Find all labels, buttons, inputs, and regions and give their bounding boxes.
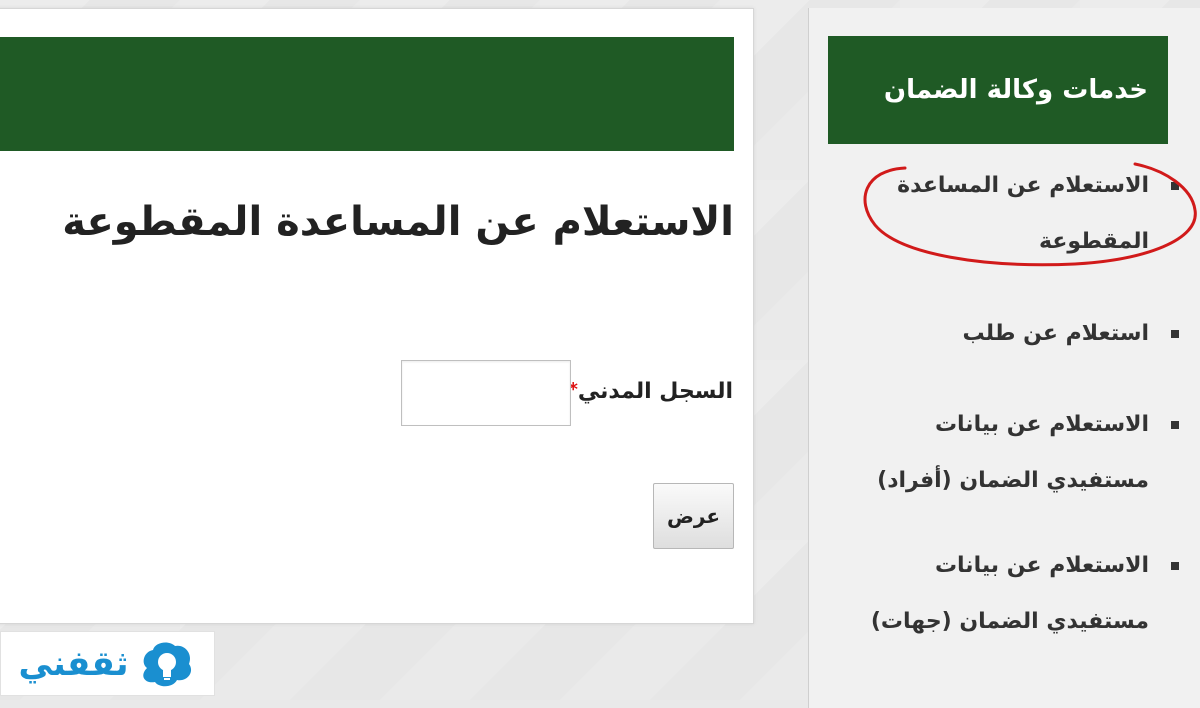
site-logo-watermark: ثقفني — [0, 631, 215, 696]
sidebar-item-line2: المقطوعة — [1039, 229, 1149, 254]
bullet-icon — [1171, 562, 1179, 570]
bullet-icon — [1171, 182, 1179, 190]
show-button[interactable]: عرض — [653, 483, 734, 549]
bullet-icon — [1171, 330, 1179, 338]
civil-registry-label-text: السجل المدني — [577, 379, 733, 404]
sidebar-item-lump-sum-aid[interactable]: الاستعلام عن المساعدة المقطوعة — [859, 158, 1179, 270]
sidebar-item-individuals-inquiry[interactable]: الاستعلام عن بيانات مستفيدي الضمان (أفرا… — [859, 397, 1179, 509]
bullet-icon — [1171, 421, 1179, 429]
sidebar-item-entities-inquiry[interactable]: الاستعلام عن بيانات مستفيدي الضمان (جهات… — [859, 538, 1179, 650]
lightbulb-head-icon — [142, 642, 191, 686]
sidebar-header: خدمات وكالة الضمان — [828, 36, 1168, 144]
sidebar-item-line1: الاستعلام عن المساعدة — [897, 173, 1149, 198]
main-panel: الاستعلام عن المساعدة المقطوعة السجل الم… — [0, 8, 754, 624]
sidebar-item-line2: مستفيدي الضمان (جهات) — [870, 609, 1149, 634]
sidebar-item-request-inquiry[interactable]: استعلام عن طلب — [859, 306, 1179, 362]
main-header-bar — [0, 37, 734, 151]
sidebar-item-line2: مستفيدي الضمان (أفراد) — [877, 468, 1149, 493]
page-title: الاستعلام عن المساعدة المقطوعة — [62, 199, 734, 245]
sidebar-item-line1: الاستعلام عن بيانات — [934, 553, 1149, 578]
sidebar-item-line1: الاستعلام عن بيانات — [934, 412, 1149, 437]
sidebar-item-line1: استعلام عن طلب — [962, 321, 1149, 346]
sidebar: خدمات وكالة الضمان الاستعلام عن المساعدة… — [808, 8, 1200, 708]
civil-registry-label: السجل المدني* — [562, 379, 733, 404]
logo-text: ثقفني — [18, 643, 129, 684]
civil-registry-input[interactable] — [401, 360, 571, 426]
